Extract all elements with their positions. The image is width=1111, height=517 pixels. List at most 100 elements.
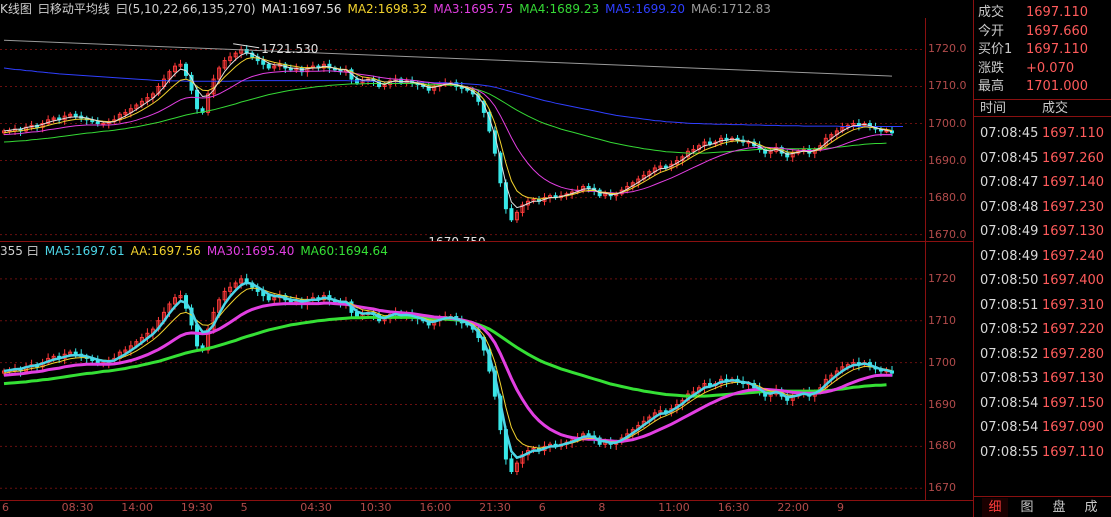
tick-time: 07:08:45: [980, 150, 1039, 166]
bottom-legend: 355 曰 MA5:1697.61 AA:1697.56 MA30:1695.40 MA…: [0, 242, 394, 260]
tick-time: 07:08:47: [980, 175, 1039, 190]
top-axis-tick: 1700.0: [928, 116, 967, 130]
tick-price: 1697.130: [1042, 371, 1105, 386]
top-axis-tick: 1720.0: [928, 42, 967, 56]
x-axis-tick: 22:00: [777, 501, 810, 514]
candle-down: [586, 185, 591, 189]
candlestick-chart[interactable]: 1721.5301670.750: [0, 18, 973, 249]
x-axis-tick: 04:30: [300, 501, 332, 514]
tick-time: 07:08:52: [980, 322, 1039, 337]
tick-row: 07:08:45 1697.110: [974, 123, 1111, 145]
tick-price: 1697.310: [1042, 297, 1105, 313]
tick-time: 07:08:48: [980, 199, 1039, 215]
tick-time: 07:08:45: [980, 126, 1039, 141]
x-axis-tick: 6: [2, 501, 9, 514]
tab-2[interactable]: 图: [1014, 498, 1040, 517]
top-legend-item: MA6:1712.83: [690, 2, 771, 16]
tick-time: 07:08:52: [980, 346, 1039, 362]
tick-row: 07:08:52 1697.220: [974, 319, 1111, 341]
top-axis-tick: 1710.0: [928, 79, 967, 93]
quote-label: 涨跌: [978, 60, 1005, 76]
high-label: 1721.530: [261, 42, 318, 56]
tab-1[interactable]: 细: [982, 498, 1008, 517]
tick-row: 07:08:50 1697.400: [974, 270, 1111, 292]
tick-row: 07:08:53 1697.130: [974, 368, 1111, 390]
candle-down: [266, 295, 271, 301]
quote-value: 1697.110: [1026, 5, 1089, 20]
tick-row: 07:08:48 1697.230: [974, 197, 1111, 219]
candle-down: [73, 113, 78, 117]
top-legend-item: K线图: [0, 2, 32, 16]
tick-time: 07:08:53: [980, 371, 1039, 386]
candle-down: [707, 141, 712, 145]
bottom-axis-tick: 1710: [928, 313, 956, 327]
x-axis-tick: 10:30: [359, 501, 392, 514]
quote-panel: 成交1697.110今开1697.660昨买价11697.110卖涨跌+0.07…: [973, 0, 1111, 517]
ma1-line: [3, 52, 893, 209]
ma5-line: [3, 67, 903, 127]
quote-label: 买价1: [978, 42, 1013, 57]
bottom-axis-tick: 1720: [928, 271, 956, 285]
candle-down: [261, 60, 266, 65]
tick-price: 1697.150: [1042, 395, 1105, 411]
x-axis-tick: 9: [837, 501, 844, 514]
tick-row: 07:08:55 1697.110: [974, 442, 1111, 464]
axis-divider: [925, 18, 926, 500]
tick-price: 1697.280: [1042, 346, 1105, 362]
tick-price: 1697.110: [1042, 126, 1105, 141]
quote-label: 最高: [978, 79, 1005, 94]
main-price-chart[interactable]: 1721.530 1670.750: [0, 18, 973, 249]
panel-tabs: 细图盘成: [974, 496, 1111, 517]
x-axis-tick: 16:30: [717, 501, 750, 514]
top-axis-tick: 1680.0: [928, 190, 967, 204]
tick-price: 1697.130: [1042, 224, 1105, 239]
tick-time: 07:08:49: [980, 248, 1039, 264]
top-legend-item: MA3:1695.75: [433, 2, 514, 16]
ma3-line: [3, 301, 892, 443]
x-axis-tick: 19:30: [180, 501, 213, 514]
top-legend-item: MA5:1699.20: [605, 2, 685, 16]
high-marker-line: [233, 43, 260, 49]
bottom-axis-tick: 1690: [928, 397, 956, 411]
tick-time: 07:08:50: [980, 273, 1039, 288]
x-axis-tick: 5: [240, 501, 248, 514]
x-axis-tick: 11:00: [658, 501, 690, 514]
tick-row: 07:08:49 1697.130: [974, 221, 1111, 243]
bottom-axis-tick: 1680: [928, 439, 956, 453]
ma3-line: [3, 70, 892, 194]
tick-price: 1697.260: [1042, 150, 1105, 166]
tick-price: 1697.090: [1042, 420, 1105, 435]
bottom-legend-item: MA30:1695.40: [206, 244, 295, 258]
candle-down: [95, 121, 100, 125]
quote-row: 成交 1697.110: [978, 4, 1088, 22]
ma-chart[interactable]: [0, 260, 973, 500]
bottom-axis-tick: 1700: [928, 355, 956, 369]
tick-time: 07:08:54: [980, 395, 1039, 411]
ticks-header-time: 时间: [980, 101, 1007, 116]
quote-row: 最高1701.000最: [978, 78, 1088, 96]
candle-down: [195, 324, 200, 347]
top-axis-tick: 1670.0: [928, 227, 967, 241]
tick-row: 07:08:54 1697.090: [974, 417, 1111, 439]
x-axis-tick: 16:00: [419, 501, 452, 514]
candle-up: [101, 123, 106, 126]
tick-time: 07:08:54: [980, 420, 1039, 435]
candle-down: [509, 458, 514, 473]
bottom-legend-item: MA5:1697.61: [44, 244, 125, 258]
quote-value: 1701.000: [1026, 79, 1089, 94]
top-legend-item: 曰(5,10,22,66,135,270): [115, 2, 256, 16]
top-axis-tick: 1690.0: [928, 153, 967, 167]
tab-4[interactable]: 成: [1078, 498, 1104, 517]
bottom-divider: [0, 500, 973, 501]
candle-down: [195, 89, 200, 110]
ticks-header-price: 成交: [1042, 101, 1069, 116]
top-legend-item: MA2:1698.32: [347, 2, 428, 16]
quote-label: 今开: [978, 23, 1005, 39]
ma2-line: [3, 287, 893, 449]
bottom-legend-item: MA60:1694.64: [300, 244, 388, 258]
tab-3[interactable]: 盘: [1046, 498, 1072, 517]
ma1-line: [3, 281, 893, 460]
top-legend: K线图 曰移动平均线 曰(5,10,22,66,135,270) MA1:1697.5…: [0, 0, 777, 18]
secondary-price-chart[interactable]: [0, 260, 973, 500]
tick-row: 07:08:45 1697.260: [974, 148, 1111, 170]
